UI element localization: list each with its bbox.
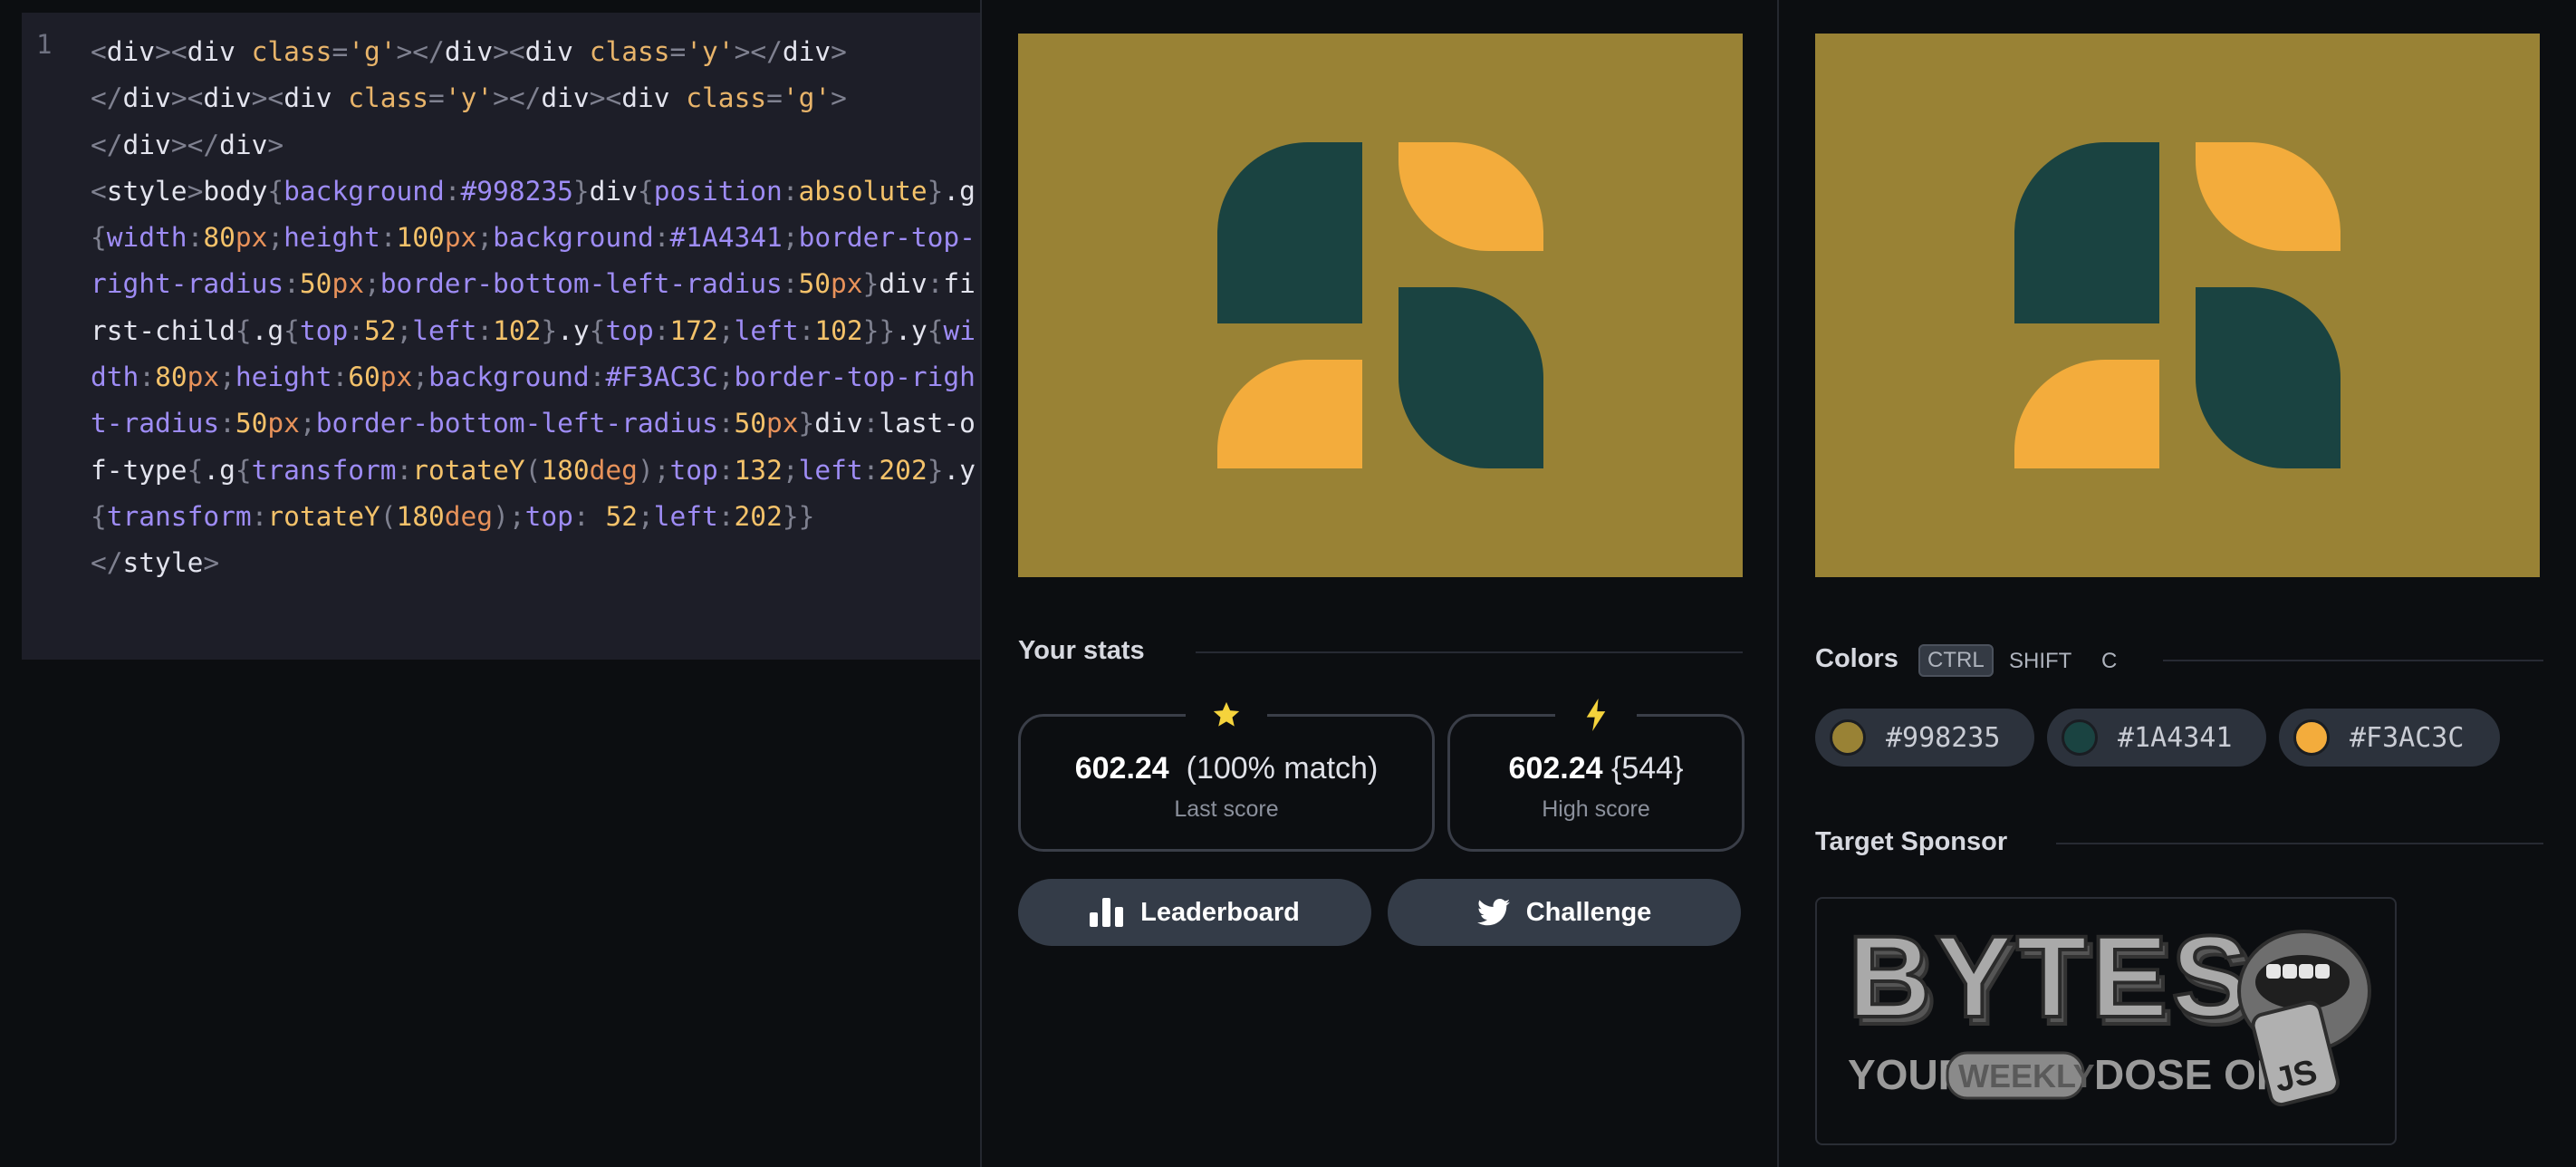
lightning-icon — [1555, 697, 1637, 733]
green-leaf-shape — [1217, 142, 1362, 323]
code-editor-panel[interactable]: 1 <div><div class='g'></div><div class='… — [22, 13, 980, 660]
star-icon — [1186, 697, 1267, 733]
bar-chart-icon — [1090, 898, 1124, 927]
sponsor-card[interactable]: BYTES BYTES YOUR WEEKLY DOSE OF JS — [1815, 897, 2397, 1145]
code-editor: 1 <div><div class='g'></div><div class='… — [0, 0, 980, 1167]
yellow-leaf-shape — [1399, 142, 1543, 251]
last-score-card: 602.24 (100% match) Last score — [1018, 697, 1435, 852]
color-swatch[interactable]: #1A4341 — [2047, 709, 2266, 767]
section-rule — [2163, 660, 2543, 661]
high-score: 602.24 {544} — [1508, 751, 1684, 786]
color-hex: #F3AC3C — [2350, 721, 2465, 754]
stats-title: Your stats — [1018, 636, 1145, 665]
yellow-leaf-shape — [1217, 360, 1362, 468]
section-rule — [1196, 651, 1743, 653]
shortcut-key-ctrl: CTRL — [1918, 644, 1994, 677]
color-dot — [1830, 719, 1866, 756]
sponsor-tagline-2: WEEKLY — [1958, 1057, 2095, 1095]
output-preview[interactable] — [1018, 34, 1743, 577]
twitter-icon — [1476, 899, 1510, 926]
challenge-button[interactable]: Challenge — [1388, 879, 1741, 946]
shortcut-key-shift: SHIFT — [2009, 649, 2072, 673]
color-hex: #998235 — [1886, 721, 2001, 754]
green-leaf-shape — [2196, 287, 2341, 468]
pane-divider[interactable] — [1777, 0, 1779, 1167]
leaderboard-button[interactable]: Leaderboard — [1018, 879, 1371, 946]
target-preview[interactable] — [1815, 34, 2540, 577]
line-number: 1 — [36, 29, 53, 60]
bytes-logo: BYTES BYTES YOUR WEEKLY DOSE OF JS — [1846, 911, 2371, 1107]
pane-divider[interactable] — [980, 0, 982, 1167]
challenge-label: Challenge — [1525, 897, 1652, 927]
color-dot — [2062, 719, 2098, 756]
sponsor-title: Target Sponsor — [1815, 827, 2008, 856]
last-score-label: Last score — [1174, 796, 1279, 822]
last-score: 602.24 (100% match) — [1074, 751, 1379, 786]
sponsor-tagline-3: DOSE OF — [2094, 1051, 2282, 1098]
sponsor-logo-text: BYTES — [1848, 912, 2253, 1042]
shortcut-key-c: C — [2101, 649, 2118, 673]
colors-title: Colors — [1815, 644, 1898, 673]
code-text[interactable]: <div><div class='g'></div><div class='y'… — [91, 29, 987, 587]
leaderboard-label: Leaderboard — [1140, 897, 1300, 927]
green-leaf-shape — [2014, 142, 2159, 323]
color-swatch[interactable]: #F3AC3C — [2279, 709, 2500, 767]
color-hex: #1A4341 — [2118, 721, 2233, 754]
yellow-leaf-shape — [2014, 360, 2159, 468]
color-dot — [2293, 719, 2330, 756]
yellow-leaf-shape — [2196, 142, 2341, 251]
high-score-card: 602.24 {544} High score — [1447, 697, 1745, 852]
high-score-label: High score — [1542, 796, 1650, 822]
green-leaf-shape — [1399, 287, 1543, 468]
color-swatch[interactable]: #998235 — [1815, 709, 2034, 767]
section-rule — [2056, 843, 2543, 844]
